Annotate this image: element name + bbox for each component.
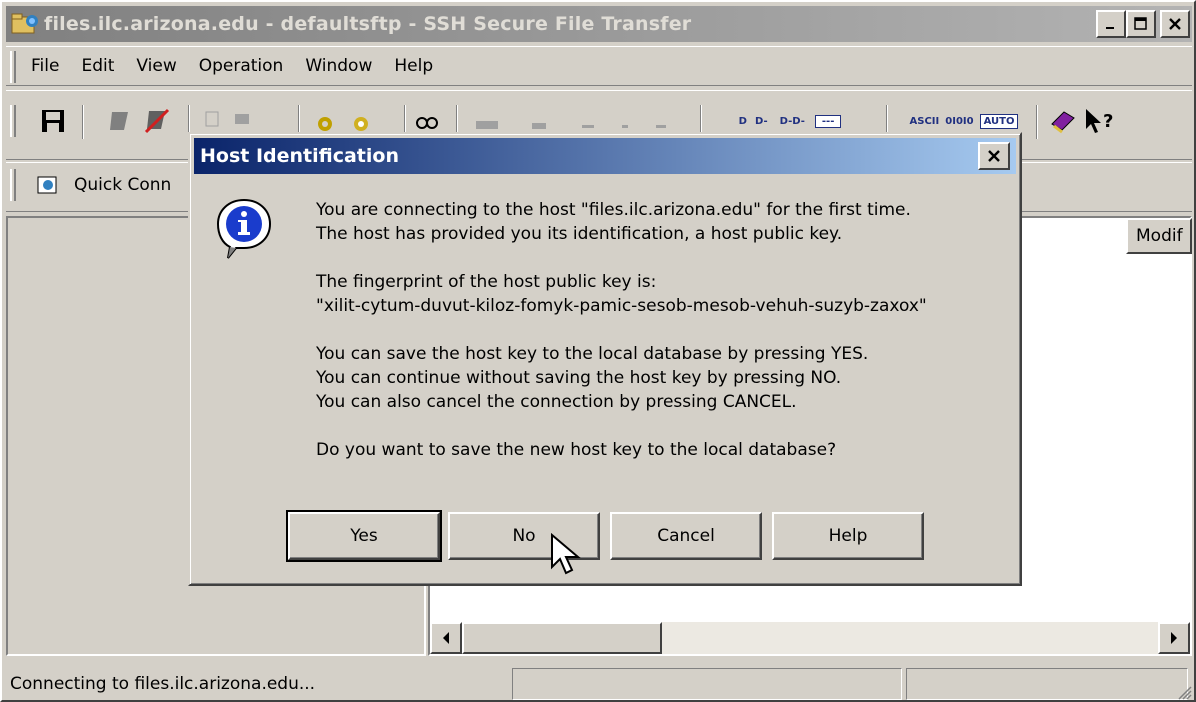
- menu-help[interactable]: Help: [383, 56, 444, 76]
- fingerprint-text: "xilit-cytum-duvut-kiloz-fomyk-pamic-ses…: [316, 296, 927, 316]
- menu-operation[interactable]: Operation: [188, 56, 295, 76]
- disconnect-button[interactable]: [140, 105, 174, 137]
- binary-mode-button[interactable]: 0I0I0: [945, 116, 973, 127]
- dialog-title-bar[interactable]: Host Identification: [194, 138, 1016, 174]
- disconnect-icon: [144, 108, 170, 134]
- menu-file[interactable]: File: [20, 56, 70, 76]
- cancel-button-label: Cancel: [657, 526, 715, 546]
- copy-icon: [205, 111, 219, 127]
- quick-connect-button[interactable]: Quick Conn: [36, 173, 171, 197]
- save-button[interactable]: [36, 105, 70, 137]
- close-icon: [988, 150, 1000, 162]
- horizontal-scrollbar[interactable]: [430, 622, 1190, 654]
- scroll-right-button[interactable]: [1158, 622, 1190, 654]
- save-icon: [42, 110, 64, 132]
- question-text: Do you want to save the new host key to …: [316, 440, 837, 460]
- message-line: You can save the host key to the local d…: [316, 344, 869, 364]
- svg-text:?: ?: [1103, 111, 1113, 132]
- connect-icon: [110, 112, 128, 130]
- scroll-thumb[interactable]: [462, 622, 662, 654]
- context-help-icon: ?: [1086, 109, 1113, 133]
- auto-mode-button[interactable]: AUTO: [979, 113, 1019, 129]
- menu-view[interactable]: View: [125, 56, 187, 76]
- status-progress-cell: [512, 668, 902, 700]
- paste-icon: [235, 114, 249, 124]
- transfer-icons: [476, 121, 666, 129]
- profile-icon: [354, 117, 368, 131]
- mouse-cursor-icon: [551, 533, 581, 575]
- maximize-button[interactable]: [1126, 10, 1156, 38]
- menubar-grip[interactable]: [10, 51, 16, 83]
- help-book-icon: [1051, 111, 1075, 134]
- menu-window[interactable]: Window: [294, 56, 383, 76]
- cancel-button[interactable]: Cancel: [610, 512, 762, 560]
- quickbar-grip[interactable]: [10, 169, 16, 201]
- app-icon[interactable]: [10, 11, 40, 37]
- help-book-button[interactable]: [1046, 105, 1080, 137]
- status-text-cell: Connecting to files.ilc.arizona.edu...: [6, 668, 506, 700]
- find-icon: [416, 117, 438, 129]
- quick-connect-label: Quick Conn: [74, 175, 172, 195]
- toolbar-grip[interactable]: [10, 105, 16, 137]
- yes-button[interactable]: Yes: [286, 510, 442, 562]
- message-line: The host has provided you its identifica…: [316, 224, 843, 244]
- menu-bar: File Edit View Operation Window Help: [6, 46, 1192, 86]
- status-text: Connecting to files.ilc.arizona.edu...: [10, 674, 316, 694]
- menu-edit[interactable]: Edit: [70, 56, 125, 76]
- maximize-icon: [1134, 17, 1147, 30]
- host-identification-dialog: Host Identification You are connecting t…: [188, 132, 1022, 586]
- message-line: You are connecting to the host "files.il…: [316, 200, 911, 220]
- info-icon: [216, 198, 272, 259]
- yes-button-label: Yes: [350, 526, 378, 546]
- settings-icon: [318, 117, 332, 131]
- dialog-close-button[interactable]: [978, 142, 1010, 170]
- message-line: The fingerprint of the host public key i…: [316, 272, 657, 292]
- dialog-message: You are connecting to the host "files.il…: [316, 198, 1016, 462]
- message-line: You can continue without saving the host…: [316, 368, 842, 388]
- quick-connect-icon: [37, 176, 57, 194]
- arrow-right-icon: [1171, 632, 1177, 644]
- ascii-mode-button[interactable]: ASCII: [910, 116, 940, 127]
- minimize-icon: [1106, 27, 1114, 29]
- status-info-cell: [906, 668, 1188, 700]
- scroll-left-button[interactable]: [430, 622, 462, 654]
- resize-grip-icon[interactable]: [1174, 682, 1192, 700]
- close-icon: [1169, 18, 1181, 30]
- minimize-button[interactable]: [1096, 10, 1126, 38]
- close-button[interactable]: [1160, 10, 1190, 38]
- help-button-label: Help: [828, 526, 868, 546]
- arrow-left-icon: [443, 632, 449, 644]
- connect-button[interactable]: [102, 105, 136, 137]
- dialog-title: Host Identification: [200, 145, 399, 167]
- column-modified-label: Modif: [1136, 226, 1183, 246]
- title-bar[interactable]: files.ilc.arizona.edu - defaultsftp - SS…: [6, 6, 1192, 42]
- status-bar: Connecting to files.ilc.arizona.edu...: [6, 666, 1192, 700]
- window-title: files.ilc.arizona.edu - defaultsftp - SS…: [44, 13, 692, 35]
- help-button[interactable]: Help: [772, 512, 924, 560]
- column-header-modified[interactable]: Modif: [1126, 218, 1192, 254]
- context-help-button[interactable]: ?: [1082, 105, 1118, 137]
- no-button-label: No: [512, 526, 536, 546]
- message-line: You can also cancel the connection by pr…: [316, 392, 797, 412]
